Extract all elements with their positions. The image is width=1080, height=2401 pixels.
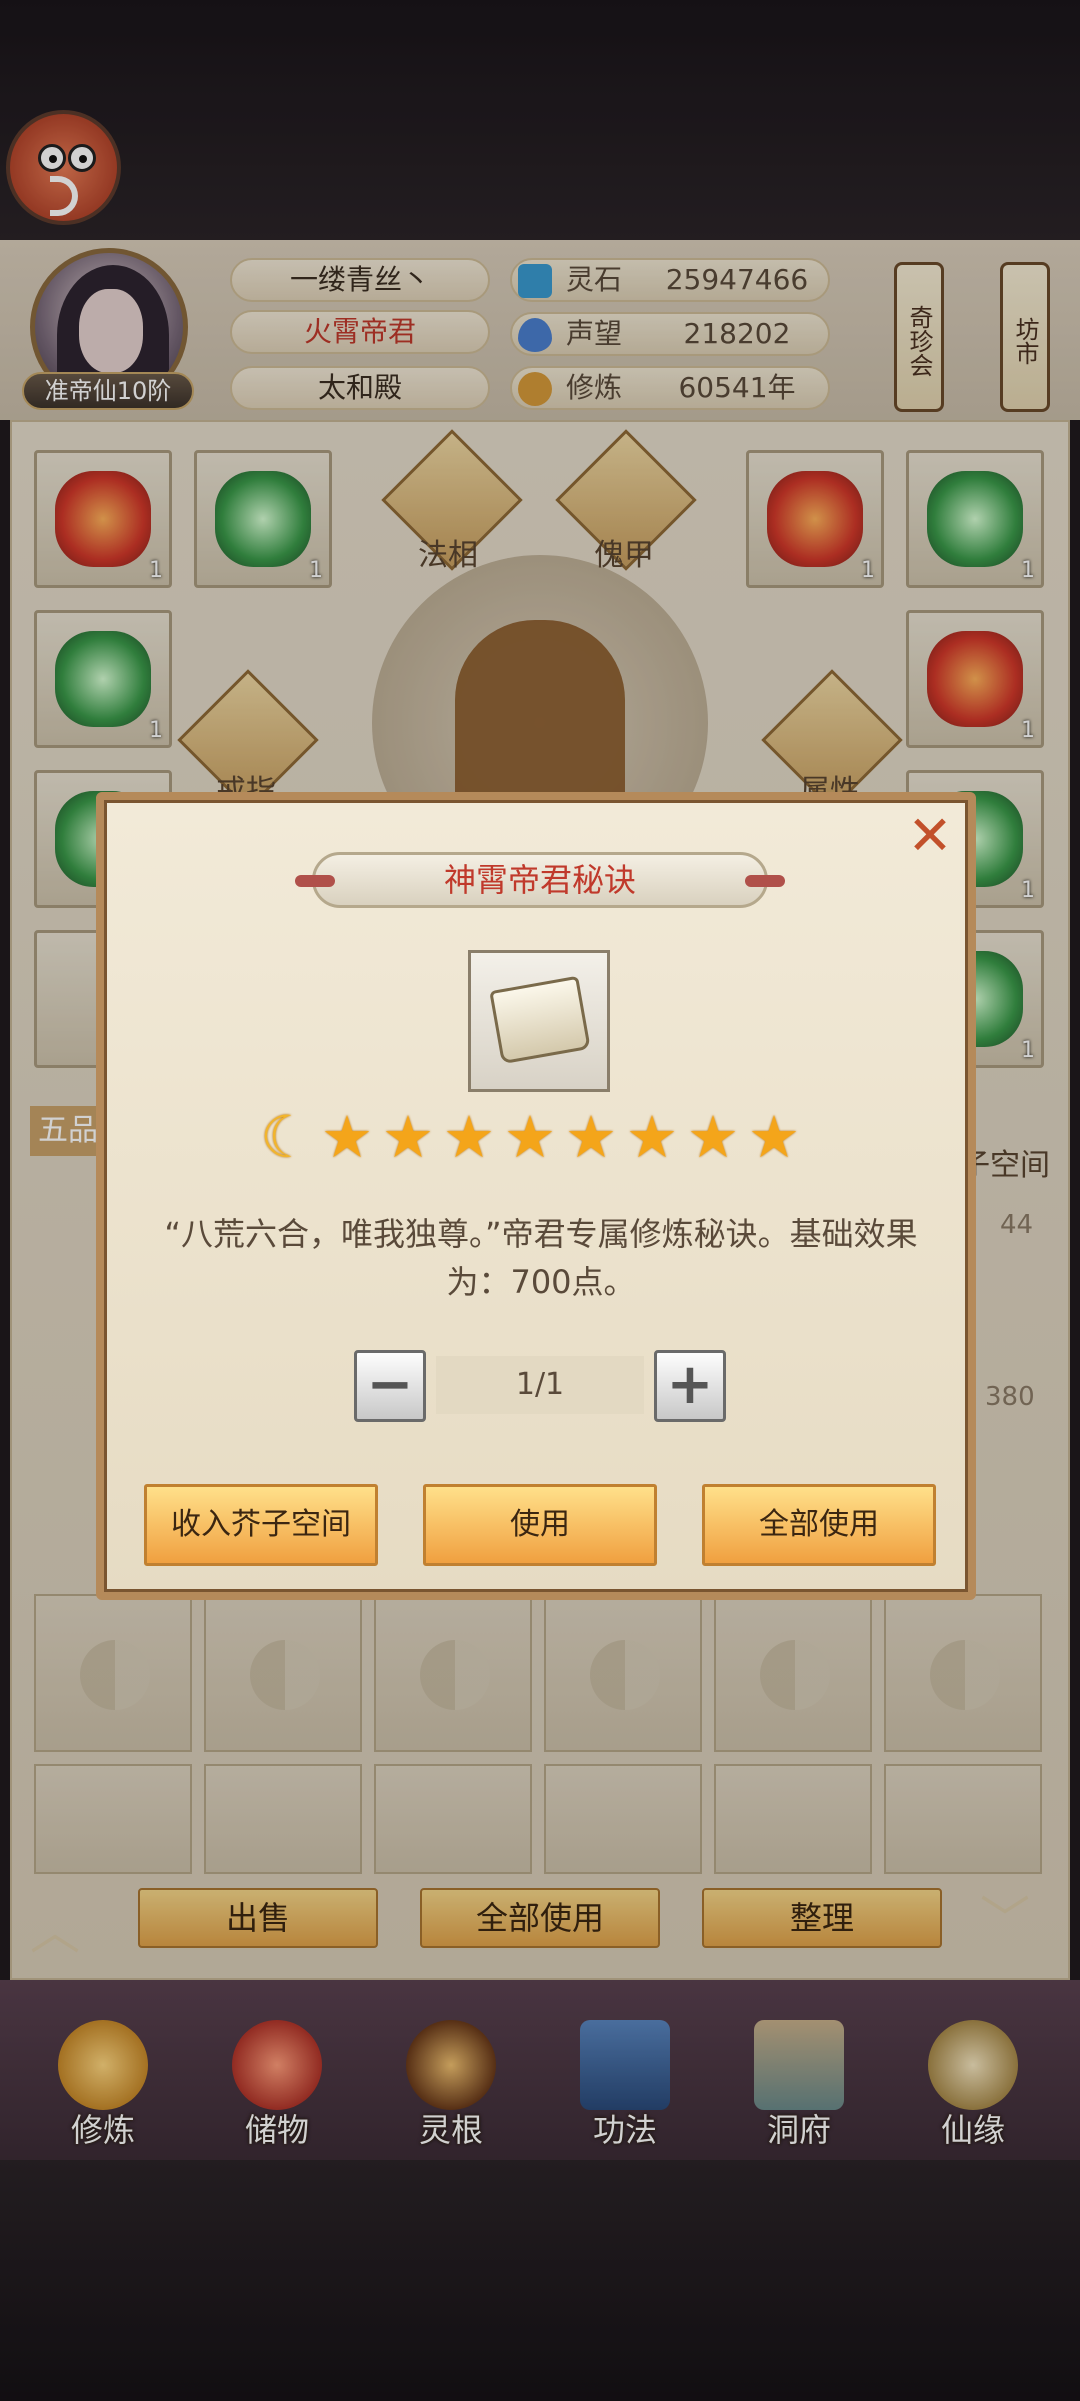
decrease-quantity-button[interactable]: − [354,1350,426,1422]
use-button[interactable]: 使用 [423,1484,657,1566]
item-star-rating: ☾ ★ ★ ★ ★ ★ ★ ★ ★ [260,1108,820,1170]
dialog-title: 神霄帝君秘诀 [295,852,785,908]
moon-rank-icon: ☾ [260,1103,312,1171]
increase-quantity-button[interactable]: + [654,1350,726,1422]
close-icon[interactable]: ✕ [902,808,958,864]
quantity-field[interactable]: 1/1 [436,1356,644,1414]
star-icon: ★ [687,1103,739,1171]
star-icon: ★ [321,1103,373,1171]
star-icon: ★ [382,1103,434,1171]
store-in-mustard-space-button[interactable]: 收入芥子空间 [144,1484,378,1566]
star-icon: ★ [565,1103,617,1171]
item-icon-box [468,950,610,1092]
item-description: “八荒六合，唯我独尊。”帝君专属修炼秘诀。基础效果为：700点。 [164,1215,918,1301]
star-icon: ★ [748,1103,800,1171]
star-icon: ★ [504,1103,556,1171]
secret-book-icon [489,975,591,1065]
use-all-button[interactable]: 全部使用 [702,1484,936,1566]
star-icon: ★ [626,1103,678,1171]
star-icon: ★ [443,1103,495,1171]
item-detail-dialog [96,792,976,1600]
